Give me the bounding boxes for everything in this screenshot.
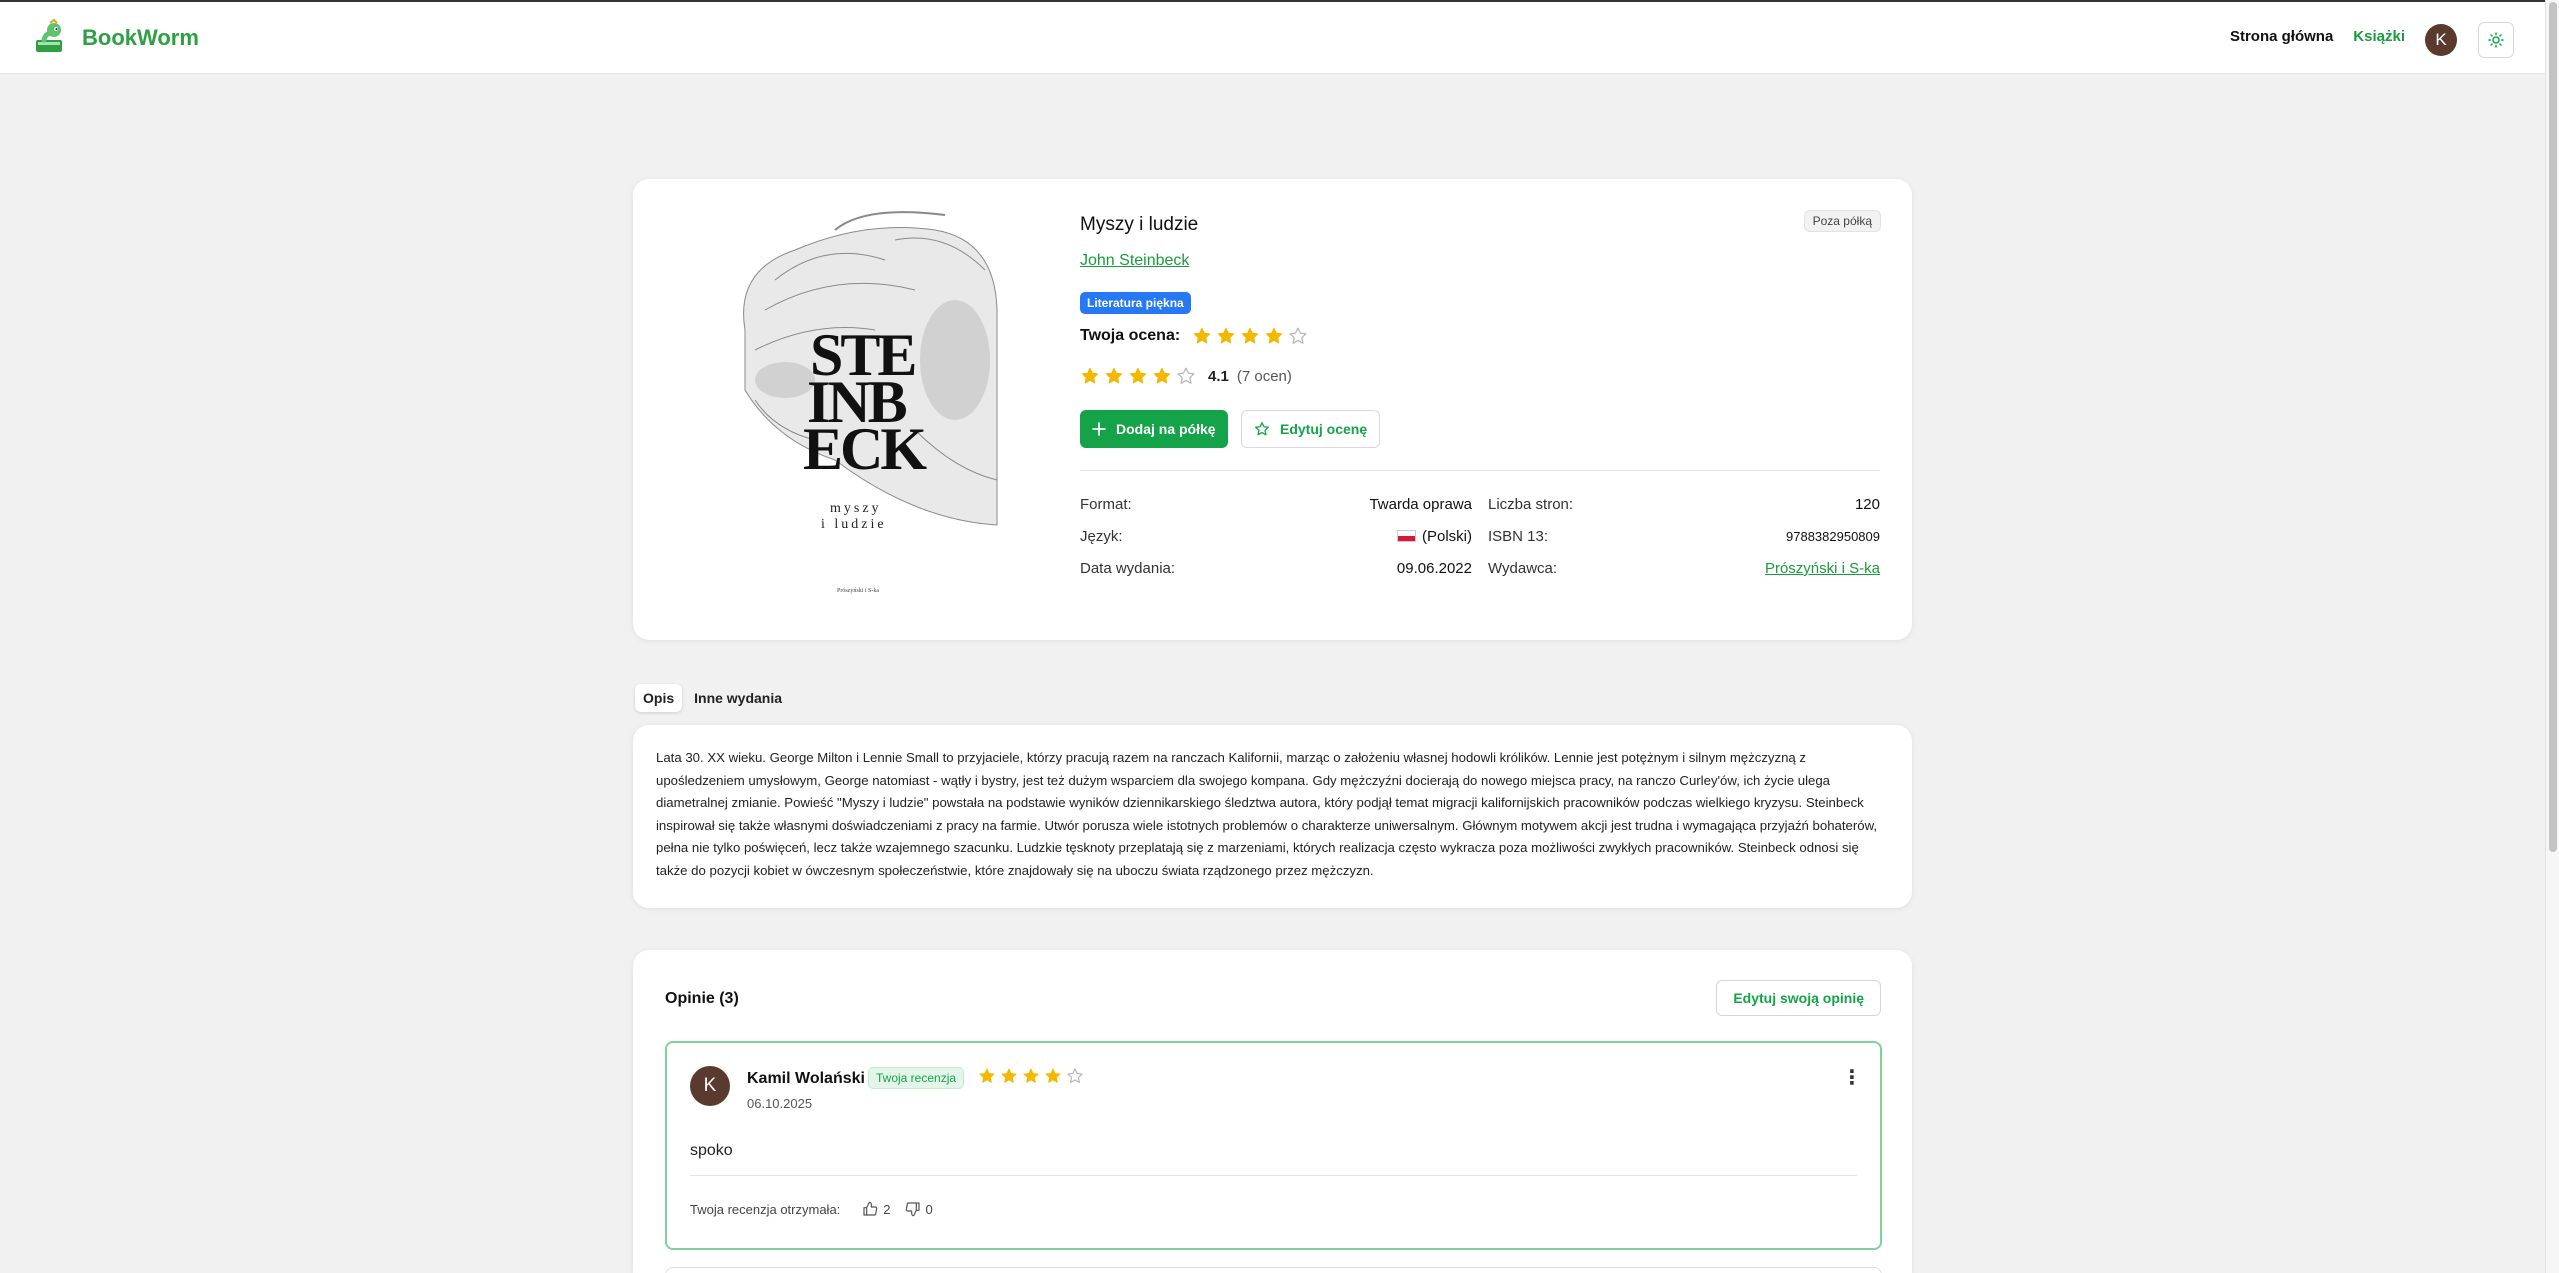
detail-language-value: (Polski) <box>1421 528 1472 545</box>
reviewer-avatar[interactable]: K <box>690 1066 730 1106</box>
nav-books-link[interactable]: Książki <box>2353 28 2405 45</box>
main-nav: Strona główna Książki <box>2230 28 2405 45</box>
your-rating-stars[interactable] <box>1192 326 1308 346</box>
reviews-card: Opinie (3) Edytuj swoją opinię K Kamil W… <box>633 950 1912 1273</box>
your-review-badge: Twoja recenzja <box>868 1067 965 1089</box>
bookworm-logo-icon <box>36 18 62 52</box>
detail-publisher-label: Wydawca: <box>1488 560 1558 577</box>
star-filled-icon[interactable] <box>1192 326 1212 346</box>
your-rating-label: Twoja ocena: <box>1080 327 1181 344</box>
user-avatar[interactable]: K <box>2425 24 2457 56</box>
genre-badge[interactable]: Literatura piękna <box>1080 292 1191 314</box>
publisher-link[interactable]: Prószyński i S-ka <box>1765 560 1880 577</box>
sun-icon <box>2488 32 2504 48</box>
review-date: 06.10.2025 <box>747 1096 813 1111</box>
star-filled-icon <box>1081 367 1099 384</box>
star-filled-icon <box>1001 1068 1017 1083</box>
detail-language-value-wrap: (Polski) <box>1396 528 1472 545</box>
review-more-options-icon[interactable]: ⋮ <box>1842 1065 1862 1089</box>
your-rating: Twoja ocena: <box>1080 326 1308 346</box>
detail-format-label: Format: <box>1080 496 1132 513</box>
logo[interactable]: BookWorm <box>30 18 199 58</box>
page-scrollbar[interactable] <box>2545 0 2559 1273</box>
ratings-count: (7 ocen) <box>1236 367 1292 385</box>
cover-letters-line3: ECK <box>803 416 927 482</box>
star-outline-icon <box>1255 422 1269 436</box>
book-title: Myszy i ludzie <box>1080 214 1199 235</box>
review-rating-stars <box>978 1067 1084 1085</box>
content-tabs: Opis Inne wydania <box>635 684 790 712</box>
reviews-title: Opinie (3) <box>665 990 739 1007</box>
app-name: BookWorm <box>82 25 199 50</box>
poland-flag-icon <box>1396 530 1416 542</box>
dislike-count: 0 <box>925 1201 933 1217</box>
edit-rating-label: Edytuj ocenę <box>1280 421 1368 437</box>
author-link[interactable]: John Steinbeck <box>1080 252 1189 270</box>
thumbs-up-icon <box>863 1201 878 1216</box>
review-item: K Kamil Wolański Twoja recenzja 06.10.20… <box>665 1041 1882 1250</box>
star-filled-icon[interactable] <box>1216 326 1236 346</box>
book-cover: STE INB ECK myszy i ludzie Prószyński i … <box>715 210 1005 595</box>
shelf-status-badge: Poza półką <box>1803 210 1881 232</box>
average-rating-stars <box>1080 366 1196 386</box>
scrollbar-thumb[interactable] <box>2549 2 2557 852</box>
add-to-shelf-label: Dodaj na półkę <box>1116 421 1216 437</box>
average-rating-value: 4.1 <box>1208 367 1229 385</box>
star-filled-icon <box>1045 1068 1061 1083</box>
detail-pages: Liczba stron: 120 <box>1488 496 1880 516</box>
cover-subtitle-line1: myszy <box>830 501 882 516</box>
detail-date-value: 09.06.2022 <box>1396 560 1472 577</box>
detail-language-label: Język: <box>1080 528 1123 545</box>
star-empty-icon <box>1177 367 1195 384</box>
detail-date-label: Data wydania: <box>1080 560 1176 577</box>
description-card: Lata 30. XX wieku. George Milton i Lenni… <box>633 725 1912 908</box>
review-footer: Twoja recenzja otrzymała: 2 0 <box>690 1201 933 1217</box>
star-filled-icon <box>1153 367 1171 384</box>
star-filled-icon <box>1023 1068 1039 1083</box>
theme-toggle-button[interactable] <box>2478 22 2514 58</box>
average-rating: 4.1 (7 ocen) <box>1080 366 1292 386</box>
detail-format: Format: Twarda oprawa <box>1080 496 1472 516</box>
like-count: 2 <box>883 1201 891 1217</box>
star-filled-icon <box>1105 367 1123 384</box>
nav-home-link[interactable]: Strona główna <box>2230 28 2333 45</box>
next-review-item <box>665 1267 1882 1273</box>
detail-date: Data wydania: 09.06.2022 <box>1080 560 1472 580</box>
star-filled-icon <box>1129 367 1147 384</box>
review-divider <box>690 1175 1857 1176</box>
edit-your-review-button[interactable]: Edytuj swoją opinię <box>1716 980 1881 1016</box>
add-to-shelf-button[interactable]: Dodaj na półkę <box>1080 410 1228 448</box>
detail-format-value: Twarda oprawa <box>1369 496 1472 513</box>
edit-rating-button[interactable]: Edytuj ocenę <box>1241 410 1381 448</box>
star-filled-icon[interactable] <box>1240 326 1260 346</box>
book-details-card: STE INB ECK myszy i ludzie Prószyński i … <box>633 179 1912 640</box>
review-text: spoko <box>690 1142 733 1159</box>
star-empty-icon[interactable] <box>1288 326 1308 346</box>
detail-isbn: ISBN 13: 9788382950809 <box>1488 528 1880 548</box>
detail-pages-value: 120 <box>1854 496 1880 513</box>
dislike-button[interactable]: 0 <box>905 1201 933 1217</box>
detail-pages-label: Liczba stron: <box>1488 496 1574 513</box>
reviewer-name[interactable]: Kamil Wolański <box>747 1070 865 1088</box>
plus-icon <box>1092 422 1106 436</box>
star-empty-icon <box>1067 1068 1083 1084</box>
detail-isbn-label: ISBN 13: <box>1488 528 1549 545</box>
cover-publisher-mark: Prószyński i S-ka <box>837 588 879 594</box>
detail-language: Język: (Polski) <box>1080 528 1472 548</box>
thumbs-down-icon <box>905 1202 920 1217</box>
cover-subtitle-line2: i ludzie <box>821 517 887 532</box>
detail-isbn-value: 9788382950809 <box>1786 529 1880 544</box>
details-divider <box>1080 470 1880 471</box>
book-cover-illustration: STE INB ECK myszy i ludzie Prószyński i … <box>715 210 1005 595</box>
detail-publisher: Wydawca: Prószyński i S-ka <box>1488 560 1880 580</box>
star-filled-icon <box>979 1068 995 1083</box>
tab-description[interactable]: Opis <box>635 684 683 712</box>
review-votes-label: Twoja recenzja otrzymała: <box>690 1201 841 1217</box>
like-button[interactable]: 2 <box>862 1201 891 1217</box>
book-description: Lata 30. XX wieku. George Milton i Lenni… <box>656 750 1878 878</box>
top-navbar: BookWorm Strona główna Książki K <box>0 2 2545 74</box>
star-filled-icon[interactable] <box>1264 326 1284 346</box>
tab-other-editions[interactable]: Inne wydania <box>686 684 790 712</box>
